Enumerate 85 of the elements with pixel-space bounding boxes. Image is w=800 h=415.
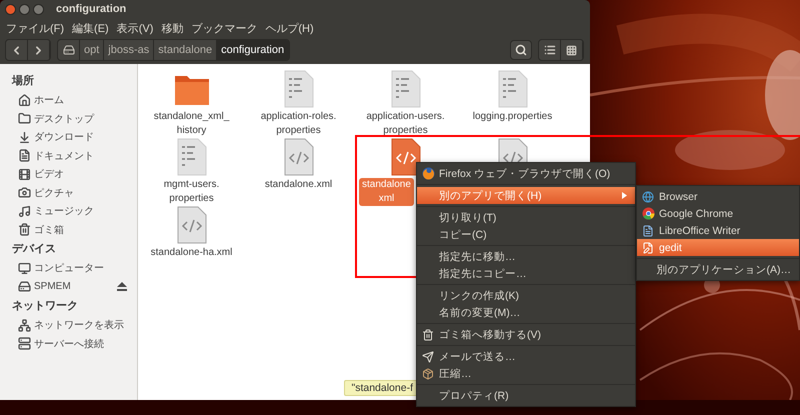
code-file-icon: [284, 138, 314, 176]
search-button[interactable]: [510, 40, 532, 60]
browser-icon: [422, 167, 434, 180]
sidebar-item[interactable]: ホーム: [34, 93, 127, 108]
path-button[interactable]: jboss-as: [104, 40, 154, 60]
file-name[interactable]: mgmt-users. properties: [160, 178, 222, 206]
menu-entry[interactable]: 編集(E): [72, 20, 109, 36]
sidebar-item[interactable]: デスクトップ: [34, 112, 127, 126]
code-file-icon: [390, 138, 420, 176]
text-file-icon: [498, 70, 528, 108]
code-file-icon: [176, 206, 206, 244]
menu-item[interactable]: プロパティ(R): [417, 387, 635, 404]
chrome-icon: [642, 207, 654, 220]
sidebar-heading: 場所: [10, 74, 35, 89]
close-button[interactable]: [5, 4, 16, 14]
sidebar-item[interactable]: ゴミ箱: [34, 222, 127, 237]
minimize-button[interactable]: [19, 4, 30, 14]
text-file-icon: [390, 70, 420, 108]
network-icon: [18, 318, 31, 332]
menu-item[interactable]: コピー(C): [417, 226, 635, 243]
sidebar-item[interactable]: ビデオ: [34, 167, 127, 182]
menu-entry[interactable]: 表示(V): [116, 20, 154, 36]
menu-item[interactable]: 名前の変更(M)…: [417, 304, 635, 321]
music-icon: [18, 204, 31, 218]
package-icon: [422, 368, 434, 380]
menu-entry[interactable]: ファイル(F): [6, 20, 64, 36]
download-icon: [18, 130, 31, 144]
camera-icon: [18, 186, 31, 200]
eject-icon[interactable]: [117, 282, 127, 292]
server-icon: [18, 337, 31, 350]
document-icon: [18, 149, 31, 162]
home-icon: [18, 94, 31, 107]
menu-item[interactable]: 指定先に移動…: [417, 248, 635, 265]
monitor-icon: [18, 262, 31, 275]
sidebar-item[interactable]: ネットワークを表示: [34, 318, 127, 332]
sidebar-heading: デバイス: [11, 242, 57, 257]
film-icon: [18, 168, 31, 181]
grid-icon: [566, 44, 577, 56]
sidebar-item[interactable]: サーバーへ接続: [34, 336, 127, 351]
menu-item[interactable]: 指定先にコピー…: [417, 265, 635, 282]
menu-item[interactable]: Google Chrome: [637, 205, 799, 222]
drive-icon: [18, 280, 31, 294]
menu-item[interactable]: 圧縮…: [417, 365, 635, 382]
trash-icon: [18, 223, 31, 236]
menu-entry[interactable]: 移動: [161, 20, 184, 36]
sidebar-item[interactable]: ミュージック: [34, 204, 127, 218]
send-icon: [422, 350, 434, 362]
sidebar-item[interactable]: ダウンロード: [34, 130, 127, 144]
file-name[interactable]: standalone.xml: [262, 178, 336, 192]
text-file-icon: [284, 70, 314, 108]
menu-item[interactable]: リンクの作成(K): [417, 287, 635, 304]
maximize-button[interactable]: [33, 4, 44, 14]
submenu-arrow-icon: [622, 192, 627, 199]
menu-item[interactable]: LibreOffice Writer: [637, 222, 799, 239]
menu-item[interactable]: 別のアプリケーション(A)…: [637, 261, 799, 278]
menu-item[interactable]: メールで送る…: [417, 348, 635, 365]
globe-icon: [642, 190, 654, 202]
menu-item[interactable]: ゴミ箱へ移動する(V): [417, 326, 635, 343]
sidebar-item[interactable]: ピクチャ: [34, 186, 127, 200]
document-icon: [642, 224, 654, 236]
sidebar-item[interactable]: SPMEM: [34, 281, 114, 292]
window-title: configuration: [56, 3, 126, 15]
file-name[interactable]: standalone-ha.xml: [148, 246, 236, 260]
path-button[interactable]: opt: [80, 40, 104, 60]
file-name[interactable]: application-roles. properties: [258, 110, 340, 138]
menu-entry[interactable]: ヘルプ(H): [265, 20, 314, 36]
path-button[interactable]: configuration: [217, 40, 290, 60]
file-name[interactable]: logging.properties: [470, 110, 556, 124]
list-icon: [544, 44, 556, 56]
tooltip: "standalone-f: [344, 380, 418, 396]
menu-item[interactable]: Browser: [637, 188, 799, 205]
file-name[interactable]: standalone_xml_ history: [150, 110, 232, 138]
text-file-icon: [176, 138, 206, 176]
folder-icon: [18, 112, 31, 126]
menu-item[interactable]: Firefox ウェブ・ブラウザで開く(O): [417, 165, 635, 182]
file-name[interactable]: application-users. properties: [363, 110, 448, 138]
menu-item[interactable]: 切り取り(T): [417, 209, 635, 226]
sidebar-item[interactable]: ドキュメント: [34, 148, 127, 163]
search-icon: [515, 44, 527, 56]
drive-icon: [62, 44, 74, 56]
trash-icon: [422, 328, 434, 340]
edit-file-icon: [642, 242, 654, 254]
sidebar-item[interactable]: コンピューター: [34, 261, 127, 276]
menu-entry[interactable]: ブックマーク: [191, 20, 258, 36]
sidebar-heading: ネットワーク: [11, 299, 79, 314]
